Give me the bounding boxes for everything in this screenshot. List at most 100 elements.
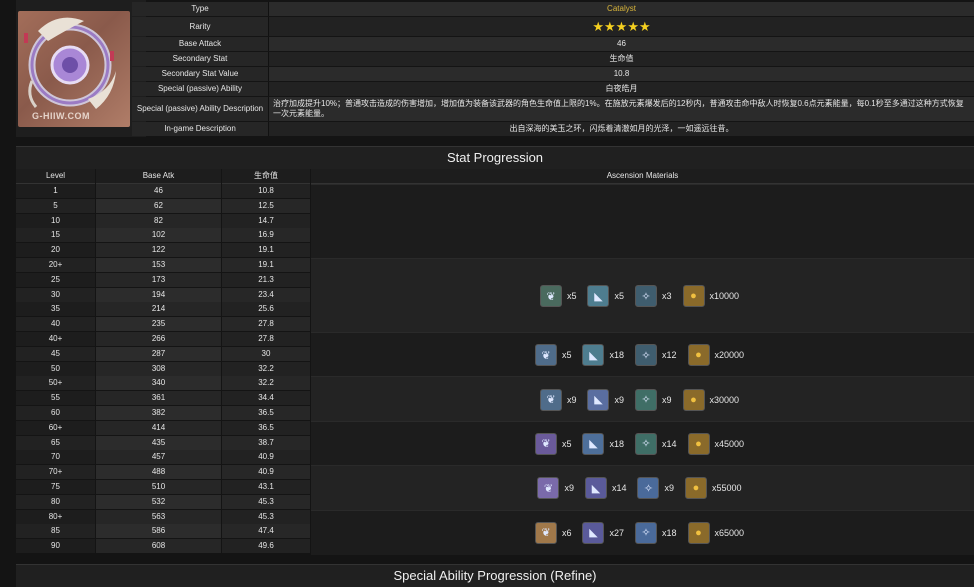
mora-coin-icon[interactable]: ● [682, 388, 705, 411]
column-header-base-atk: Base Atk [96, 169, 221, 184]
level-cell: 80+ [16, 509, 95, 524]
info-label: Secondary Stat Value [132, 67, 269, 81]
material-quantity: x14 [611, 483, 627, 494]
arrowhead-material-icon[interactable]: ◣ [584, 477, 607, 500]
nectar-material-icon[interactable]: ✧ [634, 388, 657, 411]
info-row-passive-ability: Special (passive) Ability 白夜皓月 [132, 82, 974, 96]
level-cell: 20+ [16, 258, 95, 272]
base-atk-cell: 510 [96, 480, 221, 494]
arrowhead-material-icon[interactable]: ◣ [582, 432, 605, 455]
info-value: 治疗加成提升10%；普通攻击造成的伤害增加，增加值为装备该武器的角色生命值上限的… [269, 97, 974, 121]
level-cell: 20 [16, 243, 95, 258]
base-atk-cell: 122 [96, 243, 221, 258]
stat-progression-heading: Stat Progression [16, 146, 974, 169]
mora-coin-icon[interactable]: ● [687, 344, 710, 367]
mora-coin-icon[interactable]: ● [687, 521, 710, 544]
material-quantity: x45000 [714, 438, 745, 449]
material-quantity: x18 [609, 438, 624, 449]
info-label: Special (passive) Ability Description [132, 97, 269, 121]
level-cell: 80 [16, 494, 95, 509]
nectar-material-icon[interactable]: ✧ [634, 432, 657, 455]
level-cell: 45 [16, 346, 95, 361]
base-atk-cell: 382 [96, 406, 221, 420]
hp-cell: 16.9 [222, 228, 310, 243]
branch-material-icon[interactable]: ❦ [539, 388, 562, 411]
nectar-material-icon[interactable]: ✧ [634, 344, 657, 367]
material-quantity: x5 [614, 291, 624, 301]
base-atk-cell: 414 [96, 420, 221, 435]
branch-material-icon[interactable]: ❦ [539, 285, 562, 307]
base-atk-cell: 82 [96, 213, 221, 228]
branch-material-icon[interactable]: ❦ [534, 432, 557, 455]
arrowhead-material-icon[interactable]: ◣ [582, 344, 605, 367]
info-label: Type [132, 2, 269, 16]
ascension-materials-cell: ❦ x9 ◣ x14 ✧ x9 ● x55000 [311, 465, 974, 511]
level-cell: 70+ [16, 465, 95, 480]
base-atk-cell: 194 [96, 287, 221, 302]
arrowhead-material-icon[interactable]: ◣ [582, 521, 605, 544]
materials-cell-empty [311, 184, 974, 259]
hp-cell: 25.6 [222, 302, 310, 317]
base-atk-cell: 287 [96, 346, 221, 361]
material-quantity: x27 [609, 527, 624, 538]
level-cell: 15 [16, 228, 95, 243]
level-cell: 70 [16, 450, 95, 465]
nectar-material-icon[interactable]: ✧ [637, 477, 660, 500]
refine-heading: Special Ability Progression (Refine) [16, 564, 974, 587]
nectar-material-icon[interactable]: ✧ [634, 285, 657, 307]
mora-coin-icon[interactable]: ● [687, 432, 710, 455]
level-cell: 50 [16, 361, 95, 376]
base-atk-cell: 340 [96, 376, 221, 391]
hp-cell: 40.9 [222, 450, 310, 465]
hp-cell: 45.3 [222, 494, 310, 509]
ascension-materials-cell: ❦ x5 ◣ x18 ✧ x12 ● x20000 [311, 332, 974, 378]
info-value: 46 [269, 37, 974, 51]
branch-material-icon[interactable]: ❦ [534, 521, 557, 544]
material-quantity: x5 [561, 350, 572, 361]
info-label: Secondary Stat [132, 52, 269, 66]
level-cell: 10 [16, 213, 95, 228]
mora-coin-icon[interactable]: ● [685, 477, 707, 500]
material-quantity: x10000 [709, 291, 740, 301]
material-quantity: x6 [561, 527, 572, 538]
hp-cell: 27.8 [222, 317, 310, 332]
base-atk-cell: 62 [96, 198, 221, 213]
base-atk-cell: 235 [96, 317, 221, 332]
level-cell: 30 [16, 287, 95, 302]
level-cell: 40+ [16, 332, 95, 346]
column-header-level: Level [16, 169, 95, 184]
ascension-materials-cell: ❦ x5 ◣ x5 ✧ x3 ● x10000 [311, 258, 974, 333]
weapon-thumbnail: G-HIIW.COM [16, 0, 146, 137]
arrowhead-material-icon[interactable]: ◣ [587, 285, 610, 307]
ascension-materials-cell: ❦ x6 ◣ x27 ✧ x18 ● x65000 [311, 509, 974, 555]
info-label: Special (passive) Ability [132, 82, 269, 96]
info-row-secondary-value: Secondary Stat Value 10.8 [132, 67, 974, 81]
base-atk-cell: 266 [96, 332, 221, 346]
info-row-secondary-stat: Secondary Stat 生命值 [132, 52, 974, 66]
base-atk-cell: 488 [96, 465, 221, 480]
info-row-base-attack: Base Attack 46 [132, 37, 974, 51]
material-quantity: x30000 [709, 394, 740, 405]
hp-cell: 19.1 [222, 243, 310, 258]
level-cell: 65 [16, 435, 95, 450]
material-quantity: x5 [566, 291, 577, 301]
hp-cell: 19.1 [222, 258, 310, 272]
material-quantity: x5 [561, 438, 572, 449]
branch-material-icon[interactable]: ❦ [537, 477, 560, 500]
level-cell: 1 [16, 184, 95, 198]
arrowhead-material-icon[interactable]: ◣ [587, 388, 610, 411]
level-cell: 35 [16, 302, 95, 317]
material-quantity: x18 [661, 527, 677, 538]
info-row-passive-description: Special (passive) Ability Description 治疗… [132, 97, 974, 121]
branch-material-icon[interactable]: ❦ [534, 344, 557, 367]
hp-cell: 45.3 [222, 509, 310, 524]
nectar-material-icon[interactable]: ✧ [634, 521, 657, 544]
ascension-materials-cell: ❦ x5 ◣ x18 ✧ x14 ● x45000 [311, 420, 974, 467]
base-atk-cell: 102 [96, 228, 221, 243]
mora-coin-icon[interactable]: ● [682, 285, 705, 307]
weapon-type-link[interactable]: Catalyst [269, 2, 974, 16]
material-quantity: x9 [661, 394, 672, 405]
info-value: 白夜皓月 [269, 82, 974, 96]
material-quantity: x9 [564, 483, 574, 494]
material-quantity: x20000 [714, 350, 745, 361]
